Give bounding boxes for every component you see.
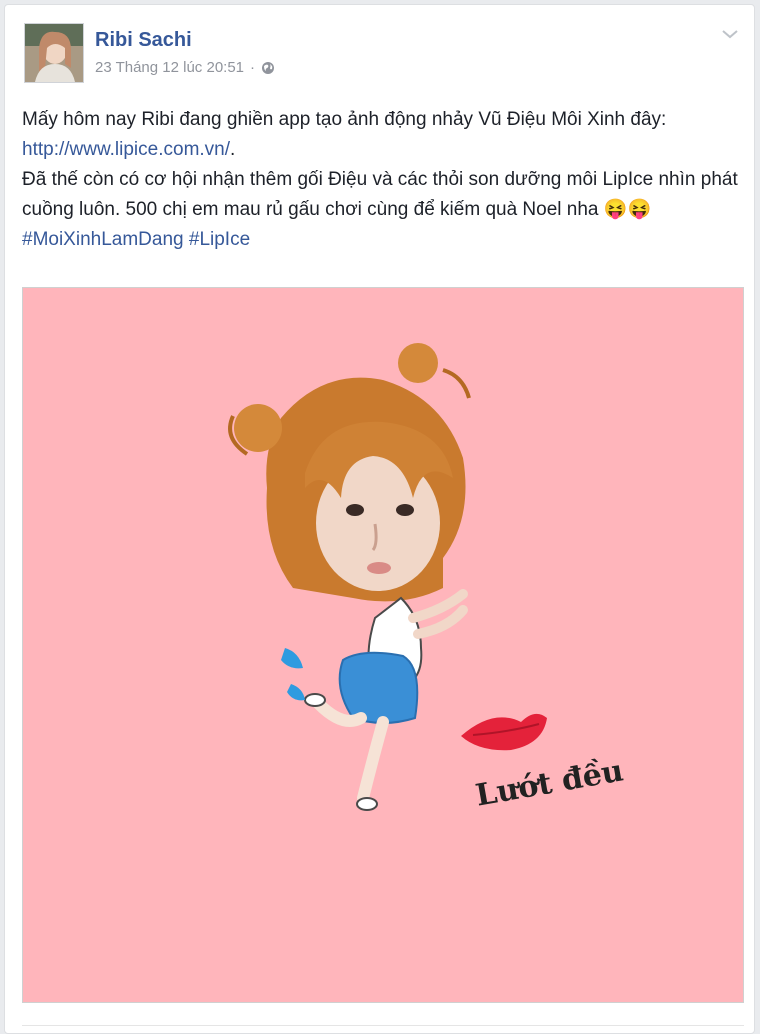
- post-timestamp[interactable]: 23 Tháng 12 lúc 20:51: [95, 59, 244, 76]
- dancing-girl-illustration: [228, 343, 547, 811]
- post-text: Mấy hôm nay Ribi đang ghiền app tạo ảnh …: [22, 105, 744, 255]
- author-avatar[interactable]: [24, 23, 84, 83]
- emoji-stuck-out-tongue: 😝😝: [603, 199, 652, 220]
- meta-separator: ·: [250, 59, 256, 76]
- author-name-link[interactable]: Ribi Sachi: [95, 29, 192, 52]
- chevron-down-icon[interactable]: [720, 27, 740, 41]
- hashtag-lipice[interactable]: #LipIce: [189, 229, 250, 250]
- hashtag-moixinhlamdang[interactable]: #MoiXinhLamDang: [22, 229, 184, 250]
- globe-icon[interactable]: [261, 61, 275, 75]
- avatar-photo: [25, 24, 83, 82]
- post-meta: 23 Tháng 12 lúc 20:51 ·: [95, 59, 275, 76]
- post-card: Ribi Sachi 23 Tháng 12 lúc 20:51 · Mấy h…: [4, 4, 755, 1034]
- post-text-line1: Mấy hôm nay Ribi đang ghiền app tạo ảnh …: [22, 109, 667, 130]
- post-link[interactable]: http://www.lipice.com.vn/: [22, 139, 230, 160]
- post-media-image[interactable]: Lướt đều: [22, 287, 744, 1003]
- post-link-suffix: .: [230, 139, 236, 160]
